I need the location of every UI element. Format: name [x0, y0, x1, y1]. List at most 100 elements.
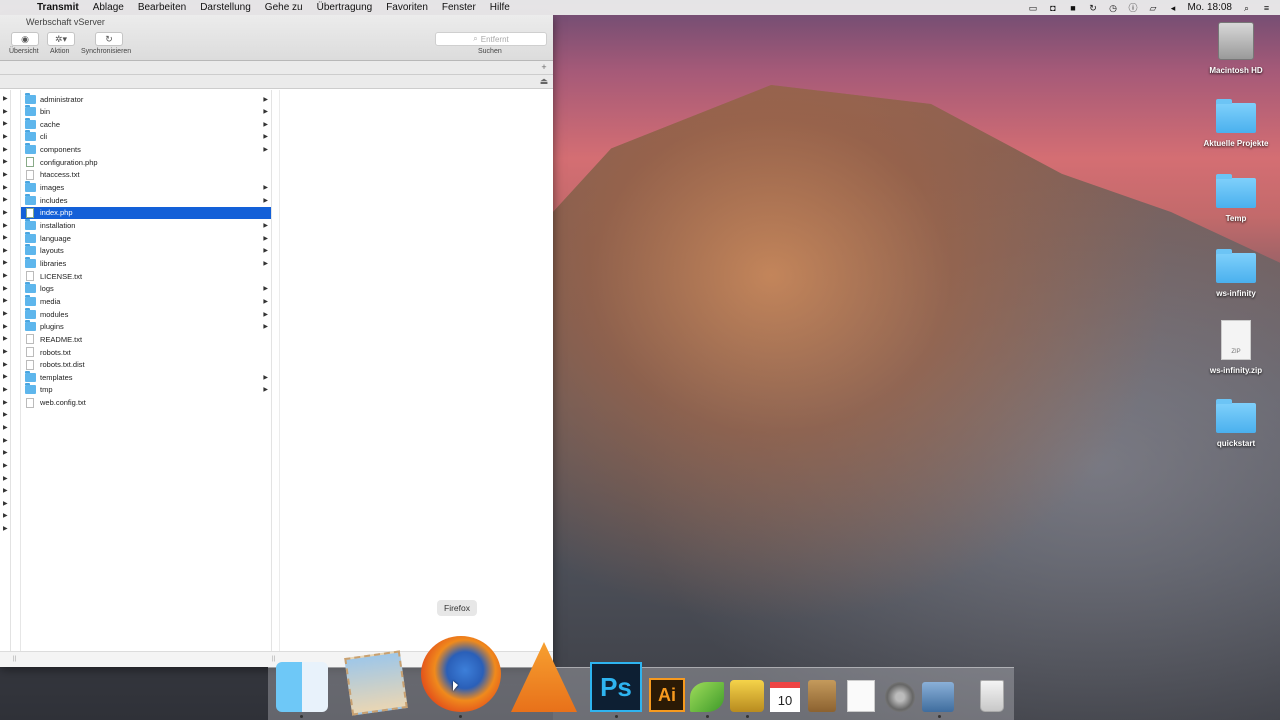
disclosure-triangle-icon[interactable]: ▶: [3, 500, 8, 507]
overview-button[interactable]: ◉: [11, 32, 39, 46]
info-icon[interactable]: ⓘ: [1128, 3, 1139, 13]
expand-arrow-icon[interactable]: ▶: [263, 285, 268, 292]
add-icon[interactable]: +: [539, 62, 549, 72]
disclosure-triangle-icon[interactable]: ▶: [3, 184, 8, 191]
disclosure-triangle-icon[interactable]: ▶: [3, 449, 8, 456]
expand-arrow-icon[interactable]: ▶: [263, 311, 268, 318]
resize-grip-icon[interactable]: ||: [13, 656, 16, 662]
folder-row[interactable]: templates ▶: [21, 370, 271, 383]
display-icon[interactable]: ▭: [1028, 3, 1039, 13]
expand-arrow-icon[interactable]: ▶: [263, 96, 268, 103]
folder-row[interactable]: installation ▶: [21, 219, 271, 232]
file-row[interactable]: LICENSE.txt: [21, 270, 271, 282]
transmit-truck-icon[interactable]: [730, 680, 764, 712]
menu-uebertragung[interactable]: Übertragung: [310, 2, 380, 13]
search-input[interactable]: ⌕ Entfernt: [435, 32, 547, 46]
menu-darstellung[interactable]: Darstellung: [193, 2, 258, 13]
folder-row[interactable]: modules ▶: [21, 307, 271, 320]
leaf-icon[interactable]: [690, 682, 724, 712]
folder-row[interactable]: cache ▶: [21, 117, 271, 130]
expand-arrow-icon[interactable]: ▶: [263, 197, 268, 204]
disclosure-triangle-icon[interactable]: ▶: [3, 95, 8, 102]
camera-icon[interactable]: ◘: [1048, 3, 1059, 13]
photoshop-icon[interactable]: Ps: [590, 662, 642, 712]
file-row[interactable]: web.config.txt: [21, 397, 271, 409]
file-row[interactable]: robots.txt: [21, 346, 271, 358]
menu-hilfe[interactable]: Hilfe: [483, 2, 517, 13]
expand-arrow-icon[interactable]: ▶: [263, 184, 268, 191]
folder-row[interactable]: tmp ▶: [21, 383, 271, 396]
mail-icon[interactable]: [344, 650, 408, 716]
file-row[interactable]: robots.txt.dist: [21, 359, 271, 371]
illustrator-icon[interactable]: Ai: [649, 678, 685, 712]
preview-icon[interactable]: [922, 682, 954, 712]
finder-icon[interactable]: [276, 662, 328, 712]
menu-clock[interactable]: Mo. 18:08: [1188, 2, 1232, 13]
column-divider[interactable]: [271, 90, 272, 662]
menu-favoriten[interactable]: Favoriten: [379, 2, 435, 13]
disclosure-triangle-icon[interactable]: ▶: [3, 297, 8, 304]
expand-arrow-icon[interactable]: ▶: [263, 235, 268, 242]
disclosure-triangle-icon[interactable]: ▶: [3, 222, 8, 229]
sync-button[interactable]: ↻: [95, 32, 123, 46]
desktop-item-ws-infinity[interactable]: ws-infinity: [1191, 249, 1280, 298]
desktop-item-aktuelle-projekte[interactable]: Aktuelle Projekte: [1191, 99, 1280, 148]
volume-icon[interactable]: ◂: [1168, 3, 1179, 13]
desktop-item-temp[interactable]: Temp: [1191, 174, 1280, 223]
disclosure-triangle-icon[interactable]: ▶: [3, 285, 8, 292]
folder-row[interactable]: includes ▶: [21, 193, 271, 206]
folder-row[interactable]: media ▶: [21, 294, 271, 307]
disclosure-triangle-icon[interactable]: ▶: [3, 475, 8, 482]
disclosure-triangle-icon[interactable]: ▶: [3, 462, 8, 469]
menu-bearbeiten[interactable]: Bearbeiten: [131, 2, 193, 13]
spotlight-icon[interactable]: ⌕: [1241, 3, 1252, 13]
desktop-item-macintosh-hd[interactable]: Macintosh HD: [1191, 22, 1280, 75]
expand-arrow-icon[interactable]: ▶: [263, 146, 268, 153]
folder-row[interactable]: libraries ▶: [21, 256, 271, 269]
file-row[interactable]: README.txt: [21, 333, 271, 345]
disclosure-triangle-icon[interactable]: ▶: [3, 120, 8, 127]
folder-row[interactable]: components ▶: [21, 143, 271, 156]
disclosure-triangle-icon[interactable]: ▶: [3, 373, 8, 380]
disclosure-triangle-icon[interactable]: ▶: [3, 525, 8, 532]
menu-fenster[interactable]: Fenster: [435, 2, 483, 13]
folder-row[interactable]: images ▶: [21, 181, 271, 194]
menu-gehe-zu[interactable]: Gehe zu: [258, 2, 310, 13]
expand-arrow-icon[interactable]: ▶: [263, 386, 268, 393]
disclosure-triangle-icon[interactable]: ▶: [3, 386, 8, 393]
disclosure-triangle-icon[interactable]: ▶: [3, 411, 8, 418]
menu-app-name[interactable]: Transmit: [30, 2, 86, 13]
disclosure-triangle-icon[interactable]: ▶: [3, 487, 8, 494]
folder-row[interactable]: layouts ▶: [21, 244, 271, 257]
disclosure-triangle-icon[interactable]: ▶: [3, 335, 8, 342]
expand-arrow-icon[interactable]: ▶: [263, 323, 268, 330]
contacts-icon[interactable]: [808, 680, 836, 712]
system-preferences-icon[interactable]: [885, 682, 915, 712]
sync-icon[interactable]: ↻: [1088, 3, 1099, 13]
expand-arrow-icon[interactable]: ▶: [263, 247, 268, 254]
disclosure-triangle-icon[interactable]: ▶: [3, 196, 8, 203]
disclosure-triangle-icon[interactable]: ▶: [3, 146, 8, 153]
expand-arrow-icon[interactable]: ▶: [263, 121, 268, 128]
disclosure-triangle-icon[interactable]: ▶: [3, 234, 8, 241]
calendar-icon[interactable]: 10: [770, 682, 800, 712]
expand-arrow-icon[interactable]: ▶: [263, 108, 268, 115]
disclosure-triangle-icon[interactable]: ▶: [3, 158, 8, 165]
folder-row[interactable]: cli ▶: [21, 130, 271, 143]
notification-center-icon[interactable]: ≡: [1261, 3, 1272, 13]
airplay-icon[interactable]: ▱: [1148, 3, 1159, 13]
firefox-icon[interactable]: [421, 636, 501, 712]
resize-grip-icon[interactable]: ||: [272, 656, 275, 662]
folder-row[interactable]: bin ▶: [21, 105, 271, 118]
disclosure-triangle-icon[interactable]: ▶: [3, 259, 8, 266]
folder-row[interactable]: language ▶: [21, 231, 271, 244]
trash-icon[interactable]: [980, 680, 1004, 712]
time-machine-icon[interactable]: ◷: [1108, 3, 1119, 13]
menu-ablage[interactable]: Ablage: [86, 2, 131, 13]
folder-row[interactable]: plugins ▶: [21, 320, 271, 333]
desktop-item-quickstart[interactable]: quickstart: [1191, 399, 1280, 448]
expand-arrow-icon[interactable]: ▶: [263, 133, 268, 140]
expand-arrow-icon[interactable]: ▶: [263, 374, 268, 381]
file-row[interactable]: index.php: [21, 206, 271, 219]
disclosure-triangle-icon[interactable]: ▶: [3, 272, 8, 279]
